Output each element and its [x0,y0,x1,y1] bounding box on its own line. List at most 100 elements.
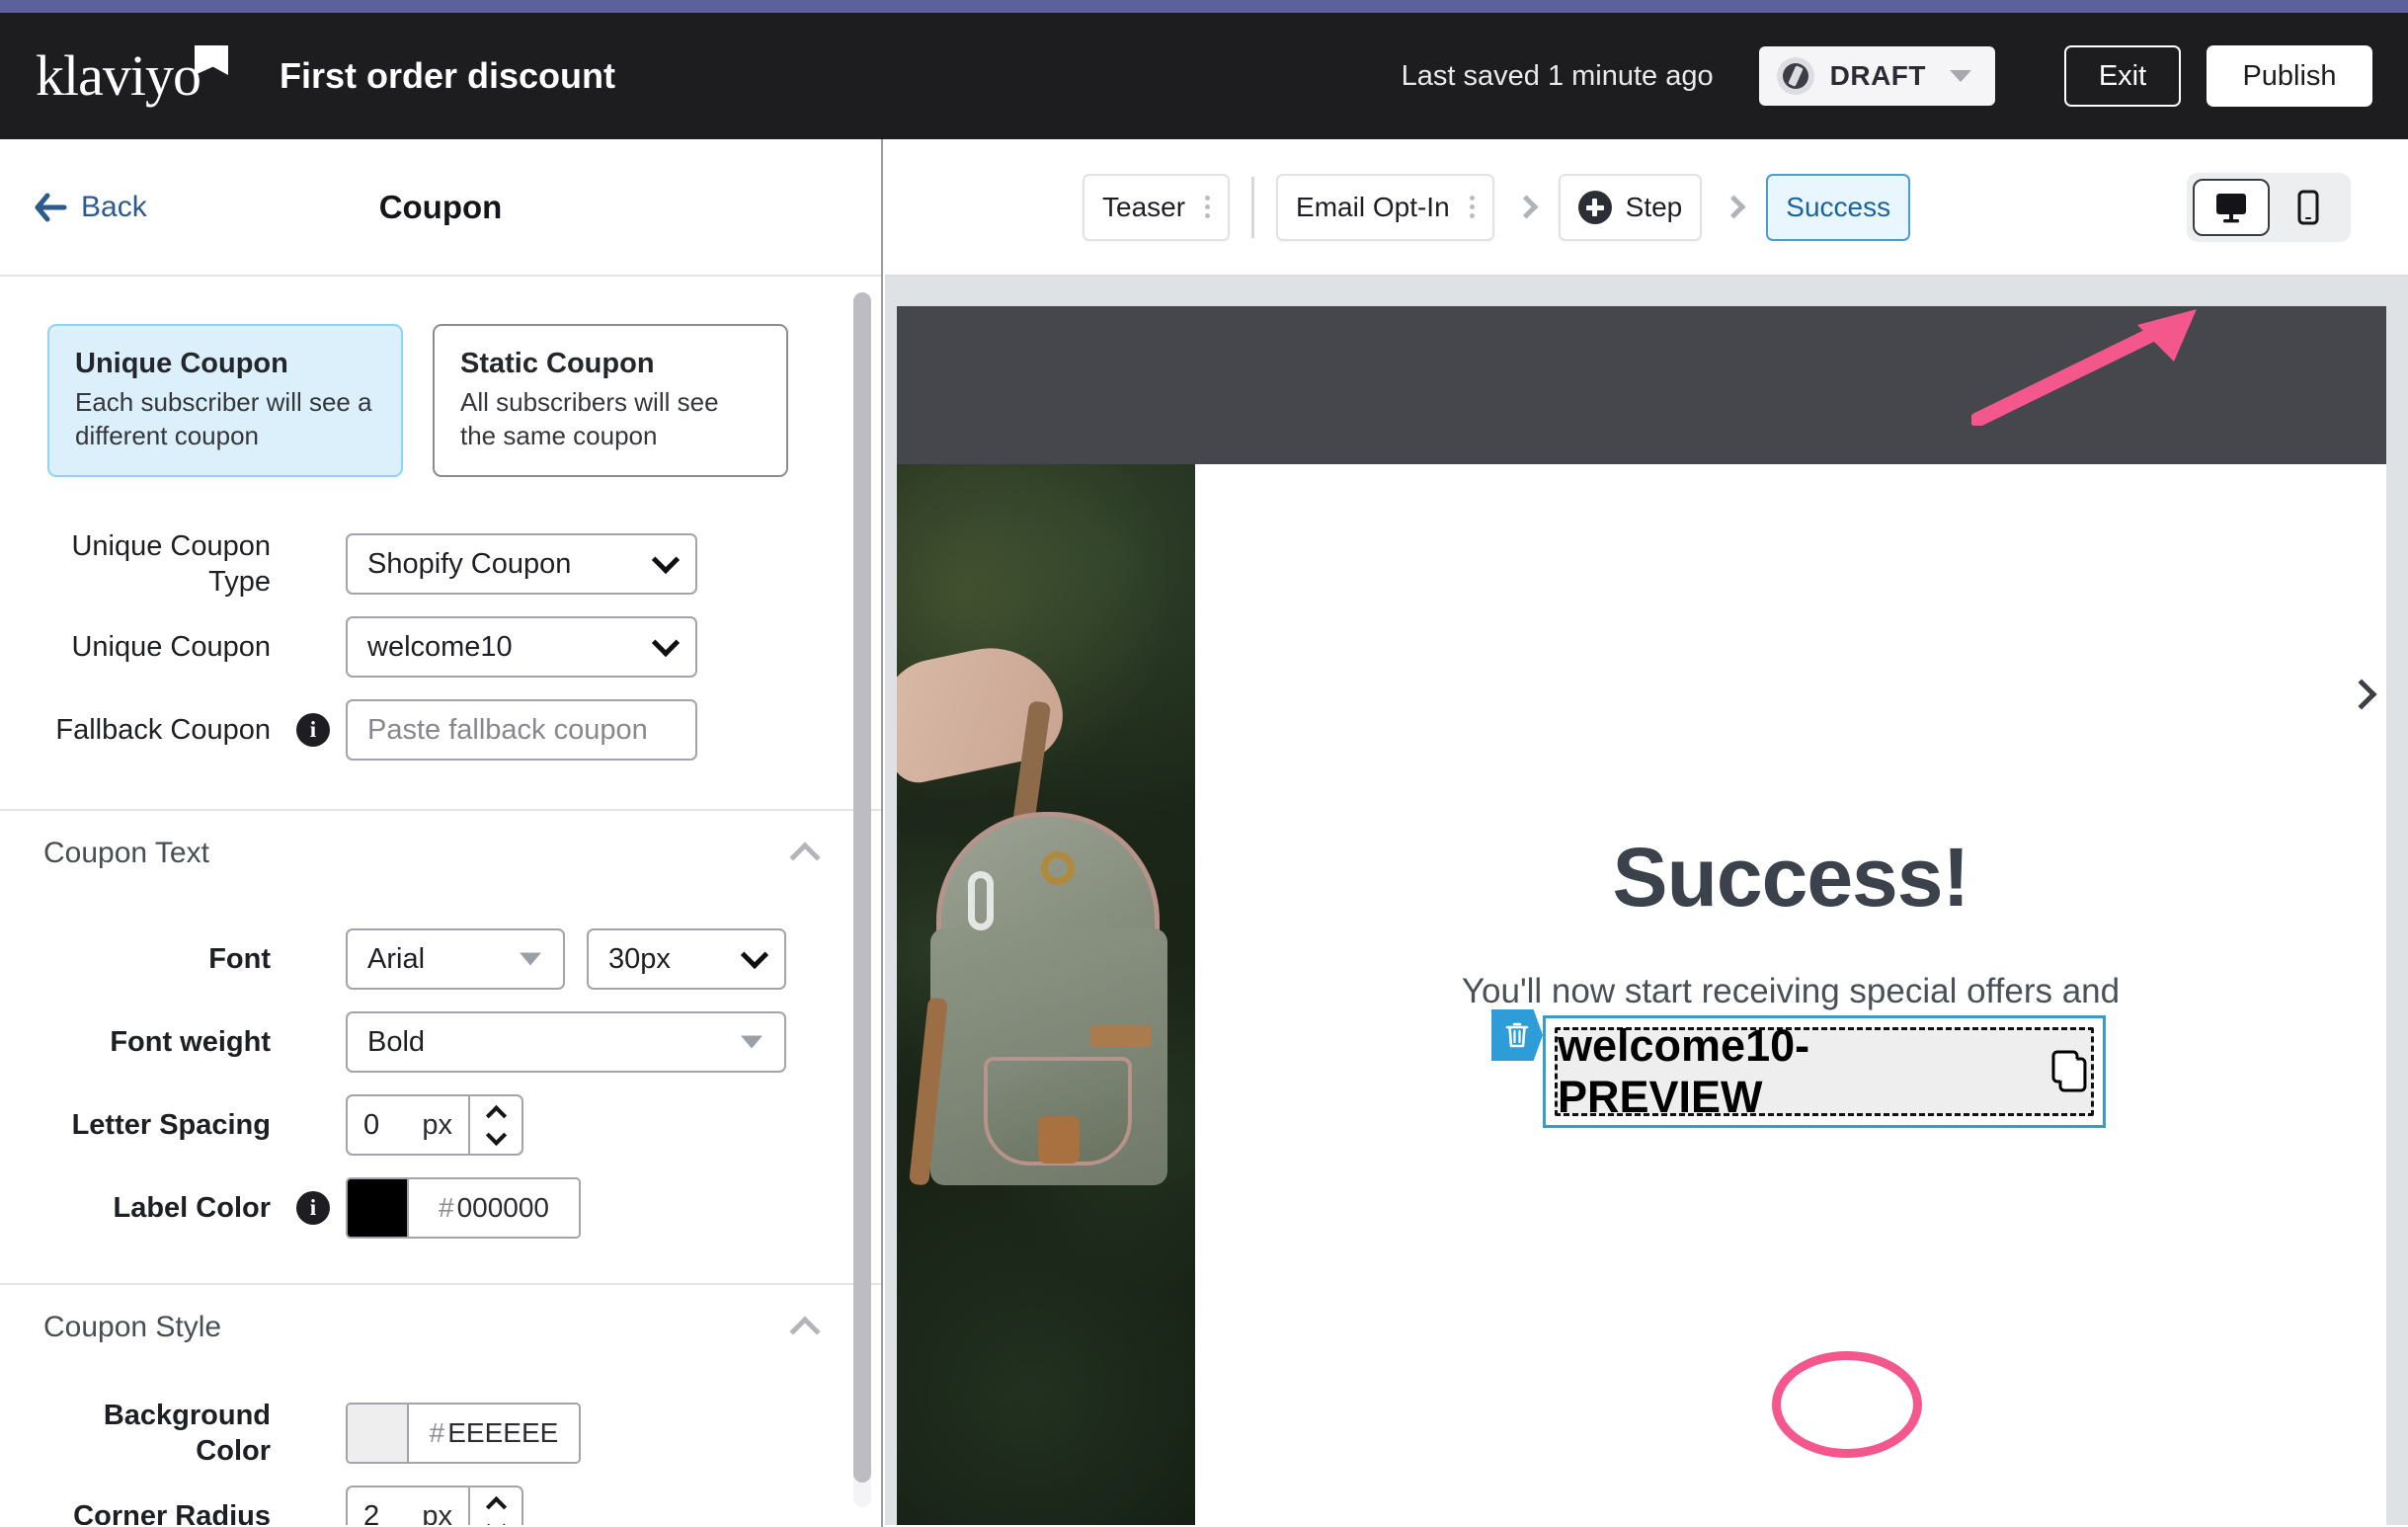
image-backpack-buckle [1038,1116,1080,1164]
unique-coupon-label: Unique Coupon [71,630,271,663]
hash-symbol: # [438,1192,454,1223]
plus-circle-icon [1577,190,1612,224]
unique-coupon-type-row: Unique Coupon Type Shopify Coupon [0,522,881,605]
status-label: DRAFT [1829,60,1926,91]
chevron-right-icon [1514,195,1539,219]
unique-coupon-type-label: Unique Coupon Type [71,529,271,598]
corner-radius-label: Corner Radius [73,1499,271,1525]
label-color-hex-input[interactable]: #000000 [409,1179,579,1237]
chevron-up-icon [789,842,821,873]
back-button[interactable]: Back [34,191,147,224]
unique-coupon-row: Unique Coupon welcome10 [0,605,881,688]
static-coupon-card-desc: All subscribers will see the same coupon [460,387,719,450]
label-color-swatch[interactable] [348,1179,409,1237]
preview-canvas: Success! You'll now start receiving spec… [885,277,2408,1525]
background-color-label: Background Color [103,1399,271,1467]
chevron-right-icon[interactable] [2346,679,2377,710]
chevron-down-icon [651,628,681,658]
step-tab-success[interactable]: Success [1766,173,1911,241]
background-color-swatch[interactable] [348,1405,409,1462]
label-color-label: Label Color [113,1191,271,1224]
step-tab-teaser-label: Teaser [1102,191,1186,222]
background-color-field[interactable]: # EEEEEE [346,1403,581,1464]
success-heading[interactable]: Success! [1195,830,2386,925]
static-coupon-card-title: Static Coupon [460,348,655,379]
divider [1251,176,1255,238]
chevron-down-icon[interactable] [485,1124,507,1146]
document-title: First order discount [279,55,616,96]
step-navigation: Teaser Email Opt-In Step Success [885,139,2408,277]
letter-spacing-value: 0 [363,1108,380,1141]
publish-button[interactable]: Publish [2207,45,2372,107]
unique-coupon-select[interactable]: welcome10 [346,616,697,678]
copy-icon[interactable] [2047,1048,2091,1095]
coupon-settings-panel: Back Coupon Unique Coupon Each subscribe… [0,139,883,1527]
font-family-select[interactable]: Arial [346,928,565,990]
letter-spacing-row: Letter Spacing 0 px [0,1084,881,1166]
fallback-coupon-input[interactable]: Paste fallback coupon [346,699,697,761]
delete-coupon-button[interactable] [1491,1009,1543,1061]
info-icon[interactable]: i [296,713,330,747]
background-color-hex-value: EEEEEE [447,1417,559,1448]
image-brand-label [1090,1025,1152,1047]
background-color-row: Background Color # EEEEEE [0,1392,881,1475]
corner-radius-arrows[interactable] [468,1486,523,1525]
font-weight-row: Font weight Bold [0,1001,881,1084]
draft-status-icon [1776,57,1814,95]
panel-scrollbar[interactable] [853,292,871,1507]
info-slot: i [296,713,346,747]
klaviyo-logo[interactable]: klaviyo [36,45,228,105]
label-color-field[interactable]: #000000 [346,1177,581,1239]
more-options-icon[interactable] [1469,196,1475,218]
chevron-down-icon [520,952,541,966]
popup-hero-image[interactable] [897,464,1195,1525]
font-size-select[interactable]: 30px [587,928,786,990]
step-tab-teaser[interactable]: Teaser [1083,173,1231,241]
coupon-type-selector: Unique Coupon Each subscriber will see a… [0,277,881,477]
add-step-button[interactable]: Step [1558,173,1703,241]
letter-spacing-stepper[interactable]: 0 px [346,1094,523,1156]
desktop-view-button[interactable] [2193,178,2270,236]
fallback-coupon-placeholder: Paste fallback coupon [367,713,648,746]
letter-spacing-input[interactable]: 0 px [346,1094,468,1156]
corner-radius-unit: px [422,1499,452,1526]
chevron-up-icon [789,1316,821,1347]
brand-name: klaviyo [36,43,201,108]
chevron-right-icon [1722,195,1746,219]
chevron-down-icon [1950,70,1971,82]
coupon-text-section-title: Coupon Text [43,837,209,869]
panel-header: Back Coupon [0,139,881,277]
arrow-left-icon [35,193,67,221]
status-dropdown[interactable]: DRAFT [1758,46,1995,106]
coupon-preview-block[interactable]: welcome10-PREVIEW [1543,1015,2106,1128]
corner-radius-row: Corner Radius 2 px [0,1475,881,1525]
font-weight-select[interactable]: Bold [346,1011,786,1073]
step-tab-email-opt-in[interactable]: Email Opt-In [1276,173,1494,241]
background-color-hex-input[interactable]: # EEEEEE [409,1405,579,1462]
info-icon[interactable]: i [296,1191,330,1225]
save-status-text: Last saved 1 minute ago [1401,59,1714,92]
coupon-style-section-title: Coupon Style [43,1311,222,1343]
more-options-icon[interactable] [1205,196,1211,218]
corner-radius-input[interactable]: 2 px [346,1486,468,1525]
image-carabiner-clip [968,871,994,930]
popup-content: Success! You'll now start receiving spec… [1195,464,2386,1525]
chevron-up-icon[interactable] [485,1104,507,1126]
chevron-down-icon[interactable] [485,1515,507,1525]
unique-coupon-type-select[interactable]: Shopify Coupon [346,533,697,595]
exit-button[interactable]: Exit [2064,45,2181,107]
chevron-down-icon [740,940,769,970]
device-toggle [2187,172,2351,242]
chevron-up-icon[interactable] [485,1495,507,1517]
letter-spacing-arrows[interactable] [468,1094,523,1156]
scrollbar-thumb[interactable] [853,292,871,1483]
coupon-style-section-header[interactable]: Coupon Style [0,1283,881,1370]
unique-coupon-card-title: Unique Coupon [75,348,288,379]
mobile-view-button[interactable] [2280,179,2337,236]
coupon-text-section-header[interactable]: Coupon Text [0,809,881,896]
corner-radius-stepper[interactable]: 2 px [346,1486,523,1525]
popup-top-bar [897,306,2386,464]
unique-coupon-card[interactable]: Unique Coupon Each subscriber will see a… [47,324,403,477]
chevron-down-icon [741,1035,763,1049]
static-coupon-card[interactable]: Static Coupon All subscribers will see t… [433,324,788,477]
